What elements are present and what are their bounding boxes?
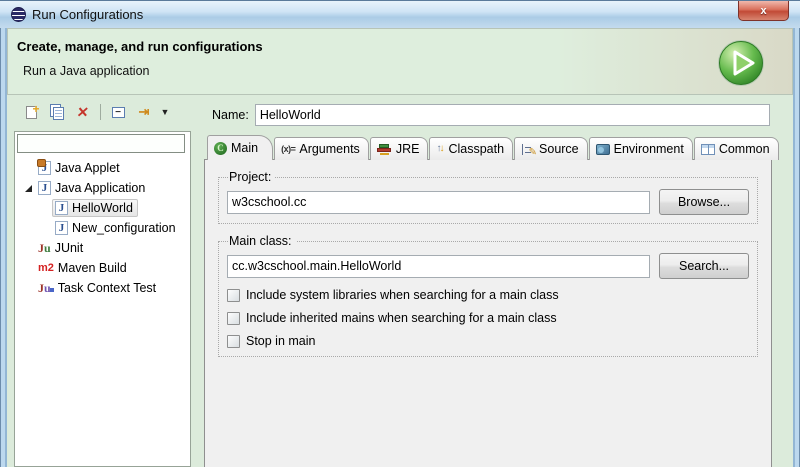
junit-icon: Ju — [38, 242, 51, 254]
tab-environment[interactable]: Environment — [589, 137, 693, 160]
task-context-test-icon: Ju — [38, 282, 54, 294]
tab-classpath[interactable]: ↑↓ Classpath — [429, 137, 513, 160]
eclipse-app-icon — [11, 7, 26, 22]
collapse-all-button[interactable]: − — [105, 100, 131, 124]
selected-tree-item[interactable]: J HelloWorld — [52, 199, 138, 217]
window-frame-right — [793, 28, 800, 467]
dialog-content: + ✕ − ⇥ — [7, 95, 793, 467]
tree-item-java-applet[interactable]: J Java Applet — [15, 158, 190, 178]
configuration-detail-panel: Name: C Main (x)= Arguments JRE — [204, 97, 772, 467]
main-class-input[interactable] — [227, 255, 650, 278]
environment-tab-icon — [596, 144, 610, 155]
toolbar-separator — [100, 104, 101, 120]
include-system-libraries-row: Include system libraries when searching … — [227, 288, 749, 302]
project-group: Project: Browse... — [218, 170, 758, 224]
tree-item-label: Java Application — [55, 181, 145, 195]
tab-bar: C Main (x)= Arguments JRE ↑↓ Classpath — [207, 135, 772, 160]
window-frame-left — [0, 28, 7, 467]
project-label: Project: — [228, 170, 275, 184]
header-title: Create, manage, and run configurations — [17, 39, 263, 54]
name-input[interactable] — [255, 104, 770, 126]
tree-item-label: Java Applet — [55, 161, 120, 175]
maven-icon: m2 — [38, 262, 54, 274]
chevron-down-icon: ▼ — [161, 107, 170, 117]
tree-item-helloworld[interactable]: J HelloWorld — [15, 198, 190, 218]
delete-icon: ✕ — [76, 105, 90, 119]
stop-in-main-checkbox[interactable] — [227, 335, 240, 348]
filter-configurations-button[interactable]: ⇥ — [131, 100, 157, 124]
tab-main[interactable]: C Main — [207, 135, 273, 160]
source-tab-icon: ✎ — [521, 143, 535, 156]
configurations-tree: J Java Applet J Java Application — [14, 131, 191, 467]
title-bar[interactable]: Run Configurations x — [0, 1, 800, 29]
main-tab-icon: C — [214, 142, 227, 155]
checkbox-label: Include system libraries when searching … — [246, 288, 559, 302]
tree-item-maven-build[interactable]: m2 Maven Build — [15, 258, 190, 278]
include-inherited-mains-row: Include inherited mains when searching f… — [227, 311, 749, 325]
filter-icon: ⇥ — [139, 104, 150, 120]
duplicate-icon — [50, 104, 65, 121]
checkbox-label: Include inherited mains when searching f… — [246, 311, 557, 325]
jre-tab-icon — [377, 143, 392, 156]
close-icon: x — [760, 5, 766, 17]
arguments-tab-icon: (x)= — [281, 144, 295, 154]
window-title: Run Configurations — [32, 7, 143, 22]
run-play-icon — [716, 38, 766, 88]
filter-input[interactable] — [17, 134, 185, 153]
browse-button[interactable]: Browse... — [659, 189, 749, 215]
tab-source[interactable]: ✎ Source — [514, 137, 588, 160]
tree-item-new-configuration[interactable]: J New_configuration — [15, 218, 190, 238]
search-button[interactable]: Search... — [659, 253, 749, 279]
java-application-icon: J — [38, 181, 51, 195]
main-class-group: Main class: Search... Include system lib… — [218, 234, 758, 357]
header-subtitle: Run a Java application — [23, 64, 149, 78]
stop-in-main-row: Stop in main — [227, 334, 749, 348]
tree-item-label: HelloWorld — [72, 201, 133, 215]
delete-configuration-button[interactable]: ✕ — [70, 100, 96, 124]
classpath-tab-icon: ↑↓ — [436, 144, 444, 154]
include-system-libraries-checkbox[interactable] — [227, 289, 240, 302]
include-inherited-mains-checkbox[interactable] — [227, 312, 240, 325]
tree-item-junit[interactable]: Ju JUnit — [15, 238, 190, 258]
filter-menu-button[interactable]: ▼ — [157, 100, 173, 124]
name-row: Name: — [212, 104, 770, 126]
tab-common[interactable]: Common — [694, 137, 779, 160]
configurations-toolbar: + ✕ − ⇥ — [14, 97, 191, 127]
new-configuration-button[interactable]: + — [18, 100, 44, 124]
tree-item-label: Task Context Test — [58, 281, 156, 295]
name-label: Name: — [212, 108, 249, 122]
checkbox-label: Stop in main — [246, 334, 315, 348]
new-configuration-icon: + — [26, 106, 37, 119]
expander-expanded-icon[interactable] — [25, 185, 32, 192]
main-tab-content: Project: Browse... Main class: Search... — [204, 159, 772, 467]
tree-item-label: Maven Build — [58, 261, 127, 275]
tree-item-java-application[interactable]: J Java Application — [15, 178, 190, 198]
tab-jre[interactable]: JRE — [370, 137, 429, 160]
close-button[interactable]: x — [738, 1, 789, 21]
tree-item-label: JUnit — [55, 241, 83, 255]
project-input[interactable] — [227, 191, 650, 214]
java-application-icon: J — [55, 201, 68, 215]
java-applet-icon: J — [38, 161, 51, 175]
tree-list: J Java Applet J Java Application — [15, 158, 190, 298]
configurations-panel: + ✕ − ⇥ — [14, 97, 191, 467]
duplicate-configuration-button[interactable] — [44, 100, 70, 124]
collapse-all-icon: − — [112, 107, 125, 118]
main-class-label: Main class: — [228, 234, 296, 248]
common-tab-icon — [701, 144, 715, 155]
tab-arguments[interactable]: (x)= Arguments — [274, 137, 369, 160]
tree-item-label: New_configuration — [72, 221, 176, 235]
java-application-icon: J — [55, 221, 68, 235]
run-configurations-dialog: Run Configurations x Create, manage, and… — [0, 0, 800, 467]
dialog-header: Create, manage, and run configurations R… — [7, 28, 793, 95]
tree-item-task-context-test[interactable]: Ju Task Context Test — [15, 278, 190, 298]
